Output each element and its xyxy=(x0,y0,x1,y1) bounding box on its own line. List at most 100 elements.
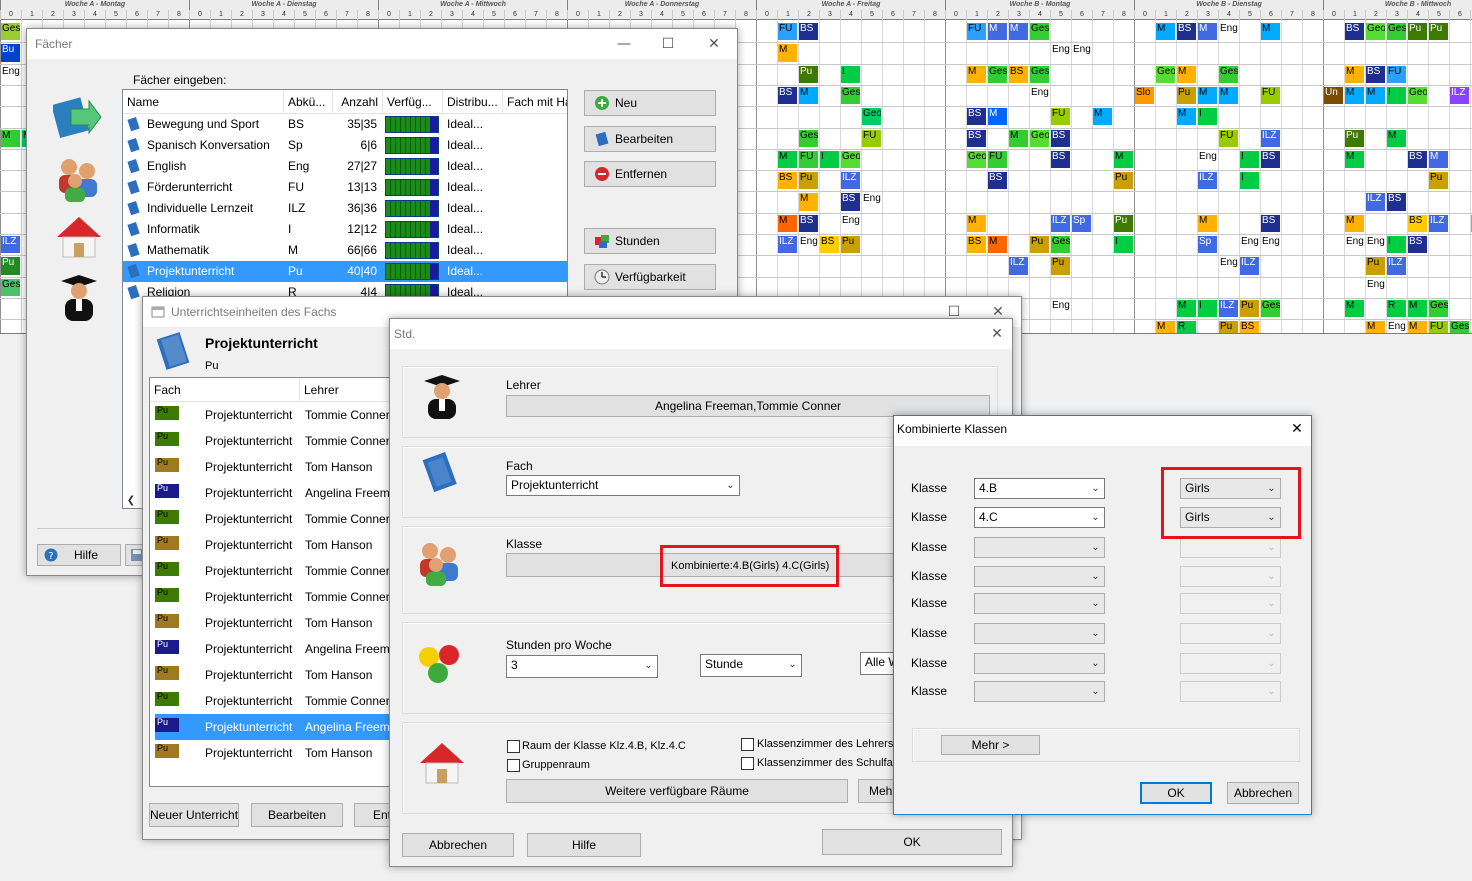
raum-klasse-checkbox[interactable] xyxy=(507,740,520,753)
timetable-lesson[interactable]: FU xyxy=(862,129,881,147)
table-row[interactable]: Pu Projektunterricht Tommie Conner xyxy=(155,584,395,610)
timetable-lesson[interactable]: BS xyxy=(1051,150,1070,169)
timetable-lesson[interactable]: FU xyxy=(967,23,986,41)
table-row[interactable]: Mathematik M 66|66 Ideal... xyxy=(123,240,567,261)
kombi-klasse-combo[interactable]: ⌄ xyxy=(974,566,1105,587)
timetable-lesson[interactable]: R xyxy=(1387,299,1406,318)
timetable-lesson[interactable]: M xyxy=(778,214,797,232)
timetable-lesson[interactable]: M xyxy=(1408,299,1427,318)
kombi-klasse-combo[interactable]: 4.B ⌄ xyxy=(974,478,1105,499)
timetable-lesson[interactable]: Geo xyxy=(967,150,986,169)
table-row[interactable]: Pu Projektunterricht Angelina Freeman xyxy=(155,480,395,506)
timetable-lesson[interactable]: Pu xyxy=(1,257,20,275)
weitere-raeume-button[interactable]: Weitere verfügbare Räume xyxy=(506,779,848,803)
timetable-lesson[interactable]: Pu xyxy=(1030,236,1049,254)
table-row[interactable]: Projektunterricht Pu 40|40 Ideal... xyxy=(123,261,567,282)
table-row[interactable]: Pu Projektunterricht Angelina Freeman xyxy=(155,636,395,662)
close-icon[interactable]: ✕ xyxy=(699,31,729,57)
neuer-unterricht-button[interactable]: Neuer Unterricht xyxy=(149,803,239,827)
timetable-lesson[interactable]: Eng xyxy=(1030,86,1049,105)
timetable-lesson[interactable]: ILZ xyxy=(1198,172,1217,190)
timetable-lesson[interactable]: Pu xyxy=(1219,321,1238,333)
table-row[interactable]: Spanisch Konversation Sp 6|6 Ideal... xyxy=(123,135,567,156)
timetable-lesson[interactable]: BS xyxy=(778,86,797,105)
timetable-lesson[interactable]: BS xyxy=(1261,214,1280,232)
timetable-lesson[interactable]: M xyxy=(1009,23,1028,41)
timetable-lesson[interactable]: M xyxy=(1345,150,1364,169)
stunden-button[interactable]: Stunden xyxy=(584,228,716,254)
timetable-lesson[interactable]: Sp xyxy=(1072,214,1091,232)
timetable-lesson[interactable]: M xyxy=(1345,86,1364,105)
column-anzahl[interactable]: Anzahl xyxy=(333,90,383,114)
kombi-mehr-button[interactable]: Mehr > xyxy=(941,735,1040,755)
timetable-lesson[interactable]: ILZ xyxy=(1261,129,1280,147)
timetable-lesson[interactable]: M xyxy=(1156,321,1175,333)
timetable-lesson[interactable]: ILZ xyxy=(1429,214,1448,232)
table-row[interactable]: Pu Projektunterricht Tom Hanson xyxy=(155,610,395,636)
timetable-lesson[interactable]: Eng xyxy=(862,193,881,211)
timetable-lesson[interactable]: BS xyxy=(1408,150,1427,169)
timetable-lesson[interactable]: I xyxy=(1387,236,1406,254)
timetable-lesson[interactable]: Pu xyxy=(1345,129,1364,147)
timetable-lesson[interactable]: ILZ xyxy=(1387,257,1406,275)
timetable-lesson[interactable]: Eng xyxy=(1387,321,1406,333)
timetable-lesson[interactable]: Geo xyxy=(1366,23,1385,41)
timetable-lesson[interactable]: Pu xyxy=(1114,214,1133,232)
table-row[interactable]: Pu Projektunterricht Tommie Conner xyxy=(155,428,395,454)
timetable-lesson[interactable]: Pu xyxy=(1114,172,1133,190)
timetable-lesson[interactable]: ILZ xyxy=(841,172,860,190)
timetable-lesson[interactable]: M xyxy=(1198,86,1217,105)
timetable-lesson[interactable]: FU xyxy=(1387,65,1406,83)
timetable-lesson[interactable]: Pu xyxy=(1429,172,1448,190)
timetable-lesson[interactable]: FU xyxy=(799,150,818,169)
timetable-lesson[interactable]: BS xyxy=(1051,129,1070,147)
table-row[interactable]: Pu Projektunterricht Tommie Conner xyxy=(155,402,395,428)
timetable-lesson[interactable]: BS xyxy=(1009,65,1028,83)
timetable-lesson[interactable]: Ges xyxy=(1030,65,1049,83)
timetable-lesson[interactable]: BS xyxy=(820,236,839,254)
kombi-klasse-combo[interactable]: ⌄ xyxy=(974,681,1105,702)
timetable-lesson[interactable]: M xyxy=(778,44,797,62)
timetable-lesson[interactable]: Ges xyxy=(988,65,1007,83)
table-row[interactable]: Bewegung und Sport BS 35|35 Ideal... xyxy=(123,114,567,135)
timetable-lesson[interactable]: Sp xyxy=(1198,236,1217,254)
column-fach-mit-hau[interactable]: Fach mit Hau xyxy=(503,90,567,114)
timetable-lesson[interactable]: Eng xyxy=(1219,23,1238,41)
table-row[interactable]: Pu Projektunterricht Tom Hanson xyxy=(155,454,395,480)
timetable-lesson[interactable]: Ges xyxy=(841,86,860,105)
timetable-lesson[interactable]: M xyxy=(1261,23,1280,41)
timetable-lesson[interactable]: Geo xyxy=(1156,65,1175,83)
timetable-lesson[interactable]: Ges xyxy=(1030,23,1049,41)
timetable-lesson[interactable]: BS xyxy=(1366,65,1385,83)
timetable-lesson[interactable]: I xyxy=(1198,108,1217,126)
timetable-lesson[interactable]: Ges xyxy=(1,23,20,41)
timetable-lesson[interactable]: Pu xyxy=(1366,257,1385,275)
timetable-lesson[interactable]: Eng xyxy=(1072,44,1091,62)
column-abk[interactable]: Abkü... xyxy=(284,90,333,114)
column-name[interactable]: Name xyxy=(123,90,284,114)
bearbeiten-button[interactable]: Bearbeiten xyxy=(584,126,716,152)
fach-combo[interactable]: Projektunterricht ⌄ xyxy=(506,475,740,496)
std-ok-button[interactable]: OK xyxy=(822,829,1002,855)
column-fach[interactable]: Fach xyxy=(150,378,300,402)
timetable-lesson[interactable]: FU xyxy=(988,150,1007,169)
kombi-ok-button[interactable]: OK xyxy=(1140,782,1212,804)
timetable-lesson[interactable]: I xyxy=(1240,150,1259,169)
timetable-lesson[interactable]: BS xyxy=(1261,150,1280,169)
timetable-lesson[interactable]: ILZ xyxy=(1450,86,1469,105)
entfernen-button[interactable]: Entfernen xyxy=(584,161,716,187)
timetable-lesson[interactable]: M xyxy=(1345,214,1364,232)
timetable-lesson[interactable]: M xyxy=(1093,108,1112,126)
timetable-lesson[interactable]: Eng xyxy=(1051,299,1070,318)
timetable-lesson[interactable]: M xyxy=(1345,299,1364,318)
timetable-lesson[interactable]: I xyxy=(820,150,839,169)
table-row[interactable]: Pu Projektunterricht Angelina Freeman xyxy=(155,714,395,740)
kombi-abbrechen-button[interactable]: Abbrechen xyxy=(1227,782,1299,804)
neu-button[interactable]: Neu xyxy=(584,90,716,116)
timetable-lesson[interactable]: Eng xyxy=(1219,257,1238,275)
timetable-lesson[interactable]: I xyxy=(1198,299,1217,318)
timetable-lesson[interactable]: BS xyxy=(1408,214,1427,232)
timetable-lesson[interactable]: M xyxy=(1,129,20,147)
timetable-lesson[interactable]: BS xyxy=(778,172,797,190)
maximize-icon[interactable]: ☐ xyxy=(653,31,683,57)
